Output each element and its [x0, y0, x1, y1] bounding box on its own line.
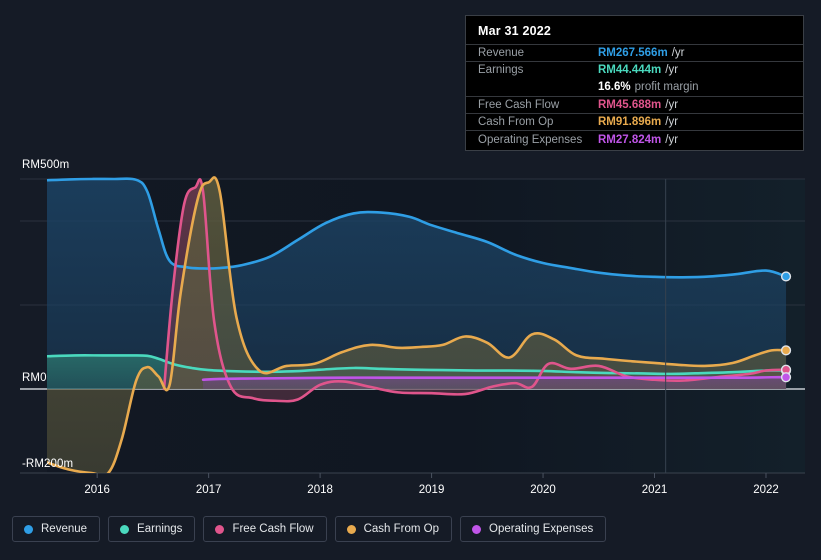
legend-item-earnings[interactable]: Earnings — [108, 516, 196, 542]
tooltip-row-label: Operating Expenses — [478, 133, 583, 146]
x-axis-tick-2019: 2019 — [418, 484, 445, 496]
tooltip-row-unit: /yr — [665, 133, 679, 146]
tooltip-row: Free Cash Flow RM45.688m/yr — [466, 95, 803, 113]
legend-item-label: Cash From Op — [363, 523, 440, 535]
tooltip-row: Operating Expenses RM27.824m/yr — [466, 130, 803, 147]
tooltip-row-value: RM45.688m — [598, 99, 662, 112]
legend-color-dot-icon — [346, 524, 356, 534]
tooltip-row-unit: /yr — [665, 99, 679, 112]
x-axis-tick-2017: 2017 — [195, 484, 222, 496]
chart-tooltip: Mar 31 2022 Revenue RM267.566m/yr Earnings… — [465, 15, 804, 151]
tooltip-row: Cash From Op RM91.896m/yr — [466, 113, 803, 130]
x-axis-tick-2016: 2016 — [84, 484, 110, 496]
legend-item-label: Earnings — [137, 523, 183, 535]
legend-color-dot-icon — [472, 524, 482, 534]
tooltip-row-label: Cash From Op — [478, 116, 554, 129]
endpoint-marker-operating-expenses[interactable] — [780, 372, 792, 383]
tooltip-row-value: RM91.896m — [598, 116, 662, 129]
y-axis-label-top: RM500m — [22, 159, 70, 171]
legend-item-operating-expenses[interactable]: Operating Expenses — [460, 516, 607, 542]
tooltip-row-unit: profit margin — [634, 81, 699, 94]
tooltip-rows: Revenue RM267.566m/yr Earnings RM44.444m/yr… — [466, 44, 803, 148]
tooltip-row-unit: /yr — [665, 64, 679, 77]
legend-item-label: Free Cash Flow — [232, 523, 314, 535]
tooltip-row: Revenue RM267.566m/yr — [466, 44, 803, 61]
tooltip-row-value: RM267.566m — [598, 47, 668, 60]
legend-color-dot-icon — [120, 524, 130, 534]
legend-color-dot-icon — [24, 524, 33, 534]
tooltip-row: 16.6% profit margin — [466, 79, 803, 96]
legend-item-revenue[interactable]: Revenue — [12, 516, 101, 542]
tooltip-row-value: RM44.444m — [598, 64, 662, 77]
tooltip-row: Earnings RM44.444m/yr — [466, 61, 803, 78]
chart-legend[interactable]: Revenue Earnings Free Cash Flow Cash From O… — [12, 516, 607, 542]
legend-item-label: Operating Expenses — [489, 523, 594, 535]
legend-color-dot-icon — [215, 524, 225, 534]
tooltip-row-unit: /yr — [671, 47, 685, 60]
tooltip-row-value: 16.6% — [598, 81, 631, 94]
x-axis-tick-2022: 2022 — [753, 484, 779, 496]
tooltip-row-label: Earnings — [478, 64, 524, 77]
tooltip-row-unit: /yr — [665, 116, 679, 129]
x-axis-tick-2018: 2018 — [307, 484, 333, 496]
tooltip-row-value: RM27.824m — [598, 133, 662, 146]
tooltip-row-label: Revenue — [478, 47, 525, 60]
chart-page: RM500m RM0 -RM200m 2016 2017 2018 2019 2020 2… — [0, 0, 821, 560]
x-axis-tick-2021: 2021 — [641, 484, 668, 496]
legend-item-label: Revenue — [41, 523, 88, 535]
legend-item-cash-from-op[interactable]: Cash From Op — [334, 516, 453, 542]
y-axis-label-zero: RM0 — [22, 372, 47, 384]
x-axis-tick-2020: 2020 — [530, 484, 556, 496]
endpoint-marker-revenue[interactable] — [780, 271, 792, 282]
legend-item-free-cash-flow[interactable]: Free Cash Flow — [203, 516, 327, 542]
endpoint-marker-cash-from-op[interactable] — [780, 345, 792, 356]
y-axis-label-bottom: -RM200m — [22, 458, 74, 470]
tooltip-date: Mar 31 2022 — [478, 24, 552, 38]
tooltip-row-label: Free Cash Flow — [478, 99, 560, 112]
